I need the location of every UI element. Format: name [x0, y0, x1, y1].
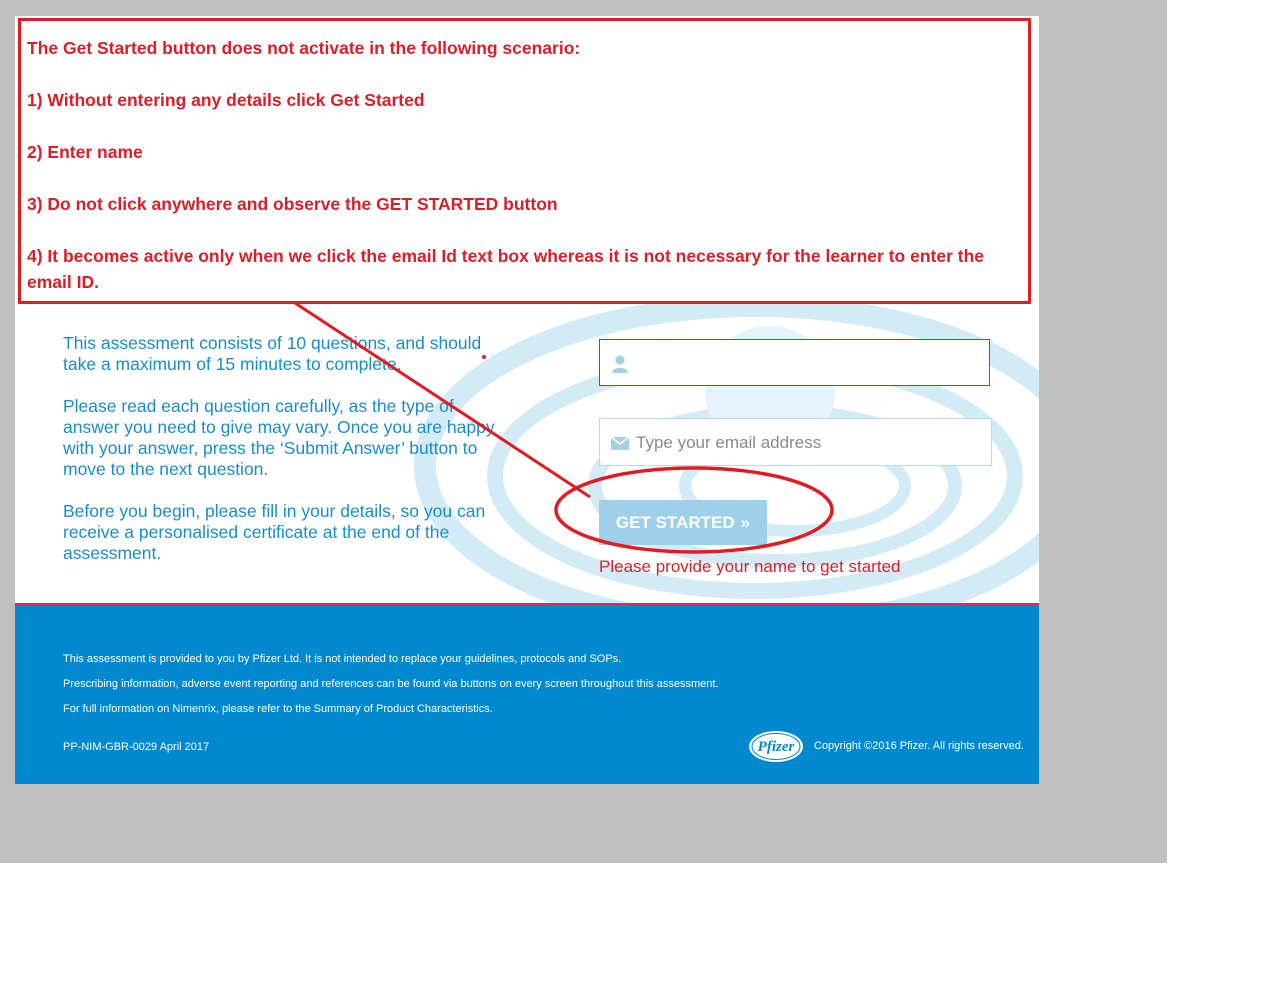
footer-copyright: Copyright ©2016 Pfizer. All rights reser…	[814, 740, 1024, 752]
name-field[interactable]	[599, 339, 990, 386]
footer-product-info: For full information on Nimenrix, please…	[63, 703, 493, 715]
intro-paragraph-1: This assessment consists of 10 questions…	[63, 333, 482, 374]
get-started-label: GET STARTED	[615, 512, 735, 532]
chevron-right-icon: »	[740, 512, 751, 532]
pfizer-logo-text: Pfizer	[758, 739, 795, 755]
annotation-step-2: 2) Enter name	[27, 142, 143, 162]
envelope-icon	[610, 436, 630, 450]
annotation-step-4: 4) It becomes active only when we click …	[27, 246, 984, 292]
annotation-title: The Get Started button does not activate…	[27, 38, 581, 58]
get-started-button[interactable]: GET STARTED »	[599, 500, 767, 545]
footer: This assessment is provided to you by Pf…	[15, 606, 1039, 784]
name-input[interactable]	[636, 340, 976, 385]
bug-annotation-box: The Get Started button does not activate…	[18, 18, 1031, 304]
email-placeholder: Type your email address	[636, 433, 822, 452]
annotation-step-3: 3) Do not click anywhere and observe the…	[27, 194, 558, 214]
intro-paragraph-3: Before you begin, please fill in your de…	[63, 501, 486, 563]
footer-document-code: PP-NIM-GBR-0029 April 2017	[63, 741, 210, 753]
footer-disclaimer: This assessment is provided to you by Pf…	[63, 653, 622, 665]
footer-prescribing-info: Prescribing information, adverse event r…	[63, 678, 719, 690]
email-field[interactable]: Type your email address	[599, 418, 992, 466]
pfizer-logo: Pfizer	[749, 731, 803, 762]
intro-paragraph-2: Please read each question carefully, as …	[63, 396, 495, 479]
annotation-step-1: 1) Without entering any details click Ge…	[27, 90, 425, 110]
intro-text: This assessment consists of 10 questions…	[63, 333, 513, 585]
user-icon	[612, 355, 628, 373]
name-error-message: Please provide your name to get started	[599, 557, 901, 576]
